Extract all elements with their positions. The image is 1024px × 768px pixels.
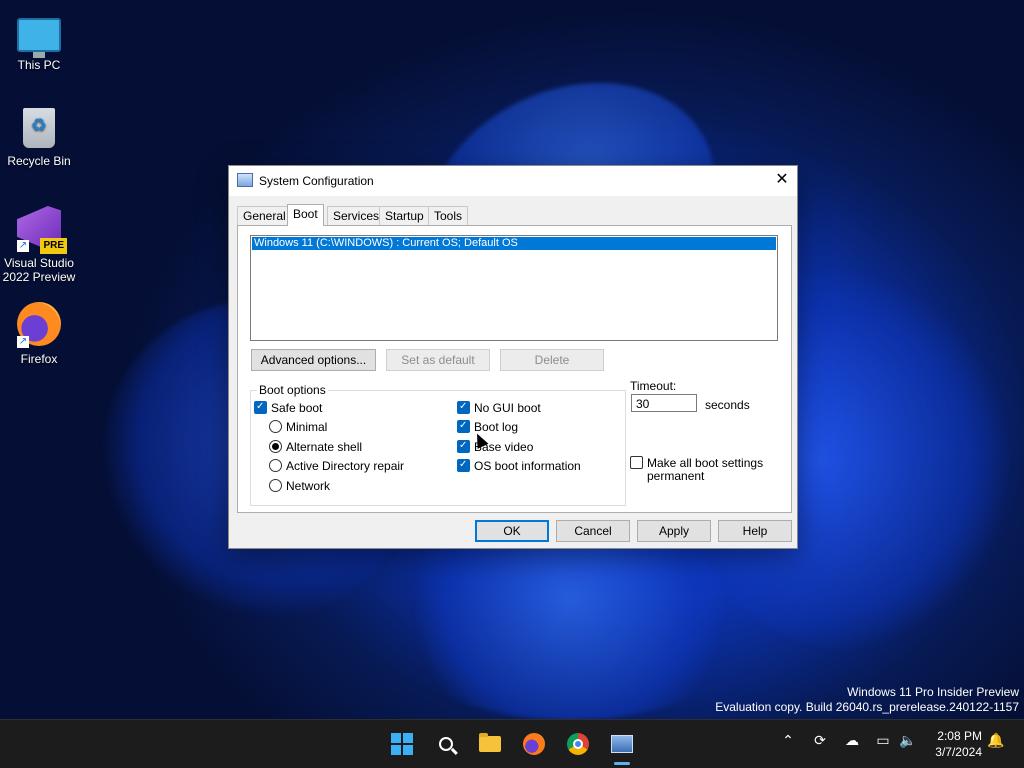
boot-tab-panel: Windows 11 (C:\WINDOWS) : Current OS; De… [237,225,792,513]
dialog-title: System Configuration [259,174,374,188]
folder-icon [479,733,501,752]
advanced-options-button[interactable]: Advanced options... [251,349,376,371]
clock-date: 3/7/2024 [935,745,982,759]
watermark-line-2: Evaluation copy. Build 26040.rs_prerelea… [715,700,1019,714]
make-permanent-label-line1: Make all boot settings [647,456,764,470]
set-as-default-button[interactable]: Set as default [386,349,490,371]
bell-icon: 🔔 [987,732,1005,748]
clock[interactable]: 2:08 PM 3/7/2024 [935,728,982,760]
active-directory-repair-radio[interactable]: Active Directory repair [269,458,404,474]
computer-icon [17,18,61,58]
tab-general[interactable]: General [237,206,292,225]
tab-startup[interactable]: Startup [379,206,430,225]
search-icon [439,737,453,751]
file-explorer-button[interactable] [478,732,502,756]
active-directory-repair-label: Active Directory repair [286,459,405,473]
show-hidden-icons-button[interactable]: ⌃ [778,732,798,749]
delete-button[interactable]: Delete [500,349,604,371]
firefox-icon: ↗ [17,302,61,348]
timeout-label: Timeout: [630,379,677,393]
minimal-radio[interactable]: Minimal [269,419,327,435]
make-permanent-checkbox[interactable]: Make all boot settings permanent [630,456,763,483]
os-list-item[interactable]: Windows 11 (C:\WINDOWS) : Current OS; De… [251,236,777,251]
desktop-icon-visual-studio[interactable]: PRE ↗ Visual Studio 2022 Preview [1,206,77,284]
recycle-bin-icon [23,108,55,148]
radio-unselected-icon [269,479,282,492]
boot-log-checkbox[interactable]: Boot log [457,418,518,435]
checkbox-checked-icon [457,418,470,434]
no-gui-boot-label: No GUI boot [474,401,541,415]
radio-unselected-icon [269,420,282,433]
radio-selected-icon [269,440,282,453]
checkbox-unchecked-icon [630,456,643,469]
update-status-icon[interactable]: ⟳ [810,732,830,749]
onedrive-icon[interactable]: ☁ [842,732,862,749]
make-permanent-label-line2: permanent [647,469,705,483]
safe-boot-checkbox[interactable]: Safe boot [254,399,323,416]
desktop-icon-firefox[interactable]: ↗ Firefox [1,302,77,366]
shortcut-arrow-icon: ↗ [17,240,29,252]
chrome-icon [567,733,589,755]
notifications-button[interactable]: 🔔 [986,732,1006,749]
volume-muted-icon[interactable]: 🔈 [898,732,918,749]
taskbar: ⌃ ⟳ ☁ ▭ 🔈 2:08 PM 3/7/2024 🔔 [0,719,1024,768]
system-configuration-taskbar-button[interactable] [610,732,634,756]
active-app-indicator [614,762,630,765]
chevron-up-icon: ⌃ [782,732,794,748]
boot-options-label: Boot options [257,383,328,397]
checkbox-checked-icon [457,399,470,415]
os-boot-information-checkbox[interactable]: OS boot information [457,457,581,474]
chrome-taskbar-button[interactable] [566,732,590,756]
start-button[interactable] [390,732,414,756]
system-configuration-dialog: System Configuration ✕ General Boot Serv… [228,165,798,549]
tab-tools[interactable]: Tools [428,206,469,225]
minimal-label: Minimal [286,420,328,434]
os-boot-information-label: OS boot information [474,459,581,473]
firefox-icon [523,733,545,755]
base-video-checkbox[interactable]: Base video [457,438,533,455]
evaluation-watermark: Windows 11 Pro Insider Preview Evaluatio… [715,685,1019,715]
windows-logo-icon [391,733,413,755]
cancel-button[interactable]: Cancel [556,520,630,542]
clock-time: 2:08 PM [937,729,982,743]
tab-services[interactable]: Services [327,206,386,225]
apply-button[interactable]: Apply [637,520,711,542]
wallpaper-bloom [380,520,760,720]
timeout-unit-label: seconds [705,398,750,412]
safe-boot-label: Safe boot [271,401,323,415]
desktop-icon-recycle-bin[interactable]: Recycle Bin [1,108,77,168]
close-button[interactable]: ✕ [767,166,797,194]
alternate-shell-label: Alternate shell [286,440,363,454]
network-radio[interactable]: Network [269,478,330,494]
desktop-icon-this-pc[interactable]: This PC [1,10,77,72]
ok-button[interactable]: OK [475,520,549,542]
radio-unselected-icon [269,459,282,472]
os-list[interactable]: Windows 11 (C:\WINDOWS) : Current OS; De… [250,235,778,341]
firefox-taskbar-button[interactable] [522,732,546,756]
no-gui-boot-checkbox[interactable]: No GUI boot [457,399,541,416]
network-icon[interactable]: ▭ [873,732,893,749]
desktop-icon-label: This PC [17,58,61,72]
preview-badge: PRE [40,238,67,254]
search-button[interactable] [434,732,458,756]
desktop-icon-label: Firefox [20,352,58,366]
help-button[interactable]: Help [718,520,792,542]
watermark-line-1: Windows 11 Pro Insider Preview [847,685,1019,699]
shortcut-arrow-icon: ↗ [17,336,29,348]
system-configuration-icon [237,173,253,187]
visual-studio-icon: PRE ↗ [17,206,67,254]
checkbox-checked-icon [457,457,470,473]
network-label: Network [286,479,331,493]
desktop-icon-label: Visual Studio 2022 Preview [2,256,76,284]
system-configuration-icon [611,735,633,753]
checkbox-checked-icon [457,438,470,454]
title-bar[interactable]: System Configuration ✕ [229,166,797,196]
tab-boot[interactable]: Boot [287,204,324,226]
desktop-icon-label: Recycle Bin [7,154,71,168]
timeout-input[interactable]: 30 [631,394,697,412]
alternate-shell-radio[interactable]: Alternate shell [269,439,362,455]
checkbox-checked-icon [254,399,267,415]
